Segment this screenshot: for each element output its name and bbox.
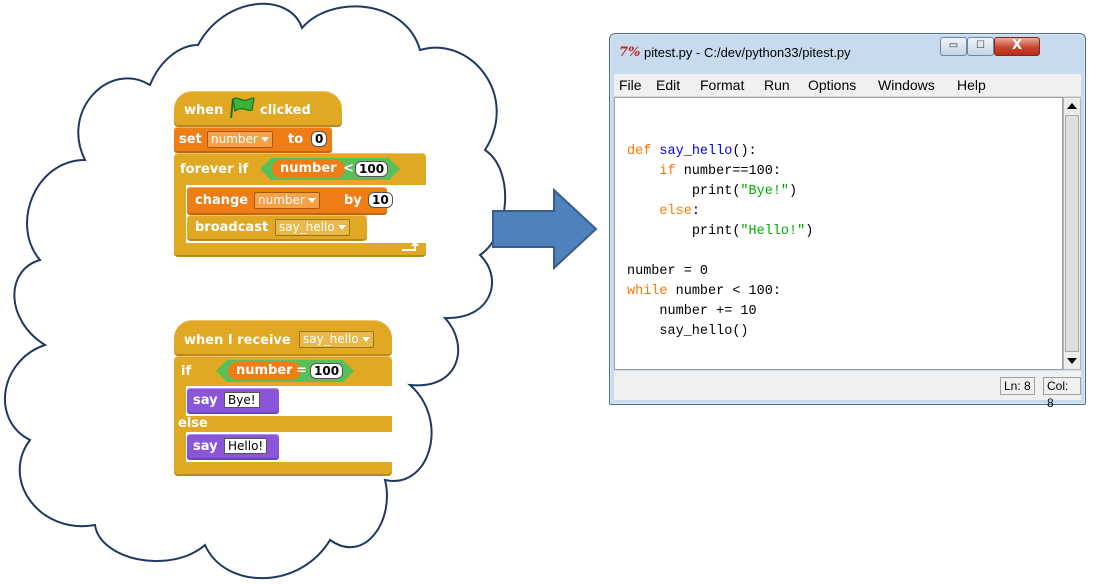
condition-operator: = [296, 363, 307, 378]
green-flag-icon [230, 97, 255, 119]
status-line: Ln: 8 [1000, 377, 1035, 395]
else-label: else [178, 416, 208, 431]
scroll-up-icon[interactable] [1067, 103, 1077, 109]
condition-variable-reporter[interactable]: number [228, 362, 301, 380]
receive-message-dropdown[interactable]: say_hello [299, 331, 374, 348]
title-bar[interactable]: 7% pitest.py - C:/dev/python33/pitest.py… [610, 34, 1085, 68]
change-by-label: by [344, 193, 362, 208]
equals-predicate[interactable]: number = 100 [216, 360, 354, 382]
condition-value-input[interactable]: 100 [355, 161, 388, 177]
code-editor[interactable]: def say_hello(): if number==100: print("… [614, 97, 1063, 370]
scroll-thumb[interactable] [1065, 115, 1079, 352]
set-to-label: to [288, 132, 304, 147]
thought-cloud [4, 2, 506, 580]
idle-editor-window: 7% pitest.py - C:/dev/python33/pitest.py… [609, 33, 1086, 410]
menu-windows[interactable]: Windows [878, 77, 935, 93]
menu-run[interactable]: Run [764, 77, 790, 93]
minimize-button[interactable]: ▭ [940, 37, 967, 56]
chevron-down-icon [307, 198, 316, 203]
close-button[interactable]: X [994, 37, 1040, 56]
change-variable-block[interactable]: change number by 10 [187, 187, 393, 215]
change-variable-dropdown[interactable]: number [254, 192, 320, 209]
when-flag-clicked-hat[interactable]: when clicked [174, 91, 342, 127]
maximize-button[interactable]: ☐ [967, 37, 994, 56]
condition-variable-reporter[interactable]: number [272, 160, 345, 178]
condition-value-input[interactable]: 100 [310, 363, 343, 379]
chevron-down-icon [337, 225, 346, 230]
menu-help[interactable]: Help [957, 77, 986, 93]
say-label: say [193, 439, 218, 454]
set-variable-block[interactable]: set number to 0 [174, 127, 332, 153]
say-text-input[interactable]: Hello! [224, 438, 268, 454]
change-label: change [195, 193, 249, 208]
menu-edit[interactable]: Edit [656, 77, 680, 93]
tk-feather-icon: 7% [619, 45, 641, 60]
menu-format[interactable]: Format [700, 77, 744, 93]
menu-bar: File Edit Format Run Options Windows Hel… [614, 74, 1081, 97]
change-value-input[interactable]: 10 [368, 192, 393, 208]
hat-when-label: when [184, 103, 224, 118]
chevron-down-icon [260, 137, 269, 142]
vertical-scrollbar[interactable] [1063, 97, 1081, 370]
forever-if-label: forever if [180, 162, 249, 177]
menu-file[interactable]: File [619, 77, 642, 93]
receive-label: when I receive [184, 333, 291, 348]
say-text-input[interactable]: Bye! [224, 392, 260, 408]
python-source: def say_hello(): if number==100: print("… [627, 144, 814, 339]
set-label: set [179, 132, 202, 147]
minimize-icon: ▭ [948, 40, 959, 51]
chevron-down-icon [361, 337, 370, 342]
when-i-receive-hat[interactable]: when I receive say_hello [174, 320, 392, 356]
maximize-icon: ☐ [976, 40, 985, 51]
menu-options[interactable]: Options [808, 77, 856, 93]
set-variable-dropdown[interactable]: number [207, 131, 273, 148]
if-label: if [181, 364, 192, 379]
say-hello-block[interactable]: say Hello! [187, 434, 279, 460]
broadcast-label: broadcast [195, 220, 269, 235]
close-icon: X [1011, 38, 1023, 53]
condition-operator: < [343, 161, 354, 176]
loop-arrow-icon [402, 241, 419, 251]
say-bye-block[interactable]: say Bye! [187, 388, 279, 414]
status-bar: Ln: 8 Col: 8 [614, 371, 1081, 410]
broadcast-message-dropdown[interactable]: say_hello [275, 219, 350, 236]
forever-if-block[interactable]: forever if number < 100 change number by… [174, 153, 426, 257]
hat-clicked-label: clicked [260, 103, 311, 118]
say-label: say [193, 393, 218, 408]
if-else-block[interactable]: if number = 100 say Bye! else say Hello! [174, 356, 392, 476]
window-title: pitest.py - C:/dev/python33/pitest.py [644, 45, 851, 60]
scroll-down-icon[interactable] [1067, 358, 1077, 364]
status-column: Col: 8 [1043, 377, 1081, 410]
set-value-input[interactable]: 0 [311, 131, 328, 147]
broadcast-block[interactable]: broadcast say_hello [187, 215, 367, 241]
less-than-predicate[interactable]: number < 100 [260, 158, 400, 180]
right-arrow-icon [492, 188, 598, 270]
